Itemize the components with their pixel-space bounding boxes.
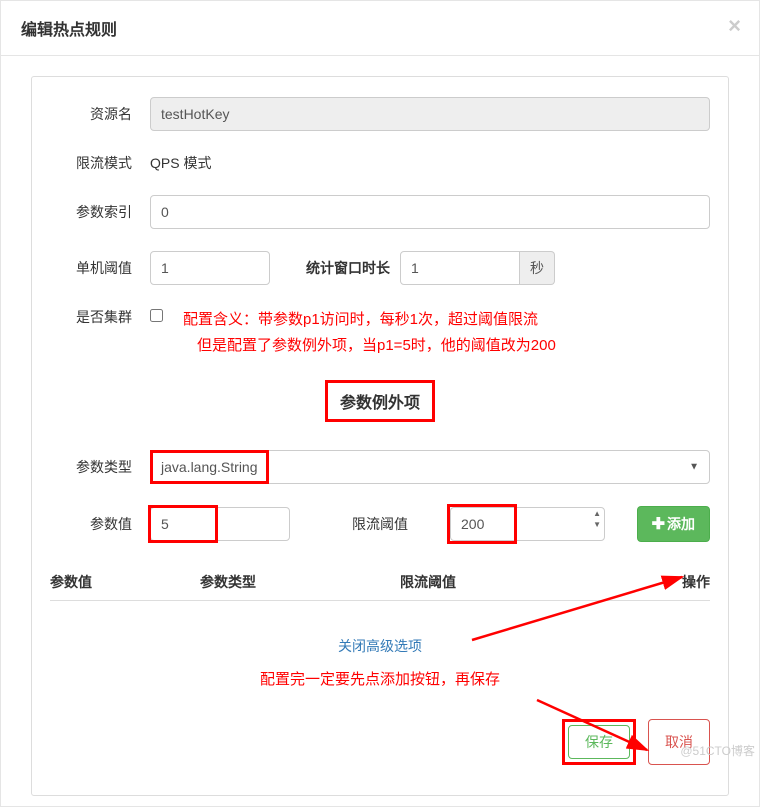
resource-input [150,97,710,131]
param-value-input[interactable] [150,507,290,541]
watermark: @51CTO博客 [680,742,755,759]
highlight-box-save: 保存 [562,719,636,765]
note-line2: 但是配置了参数例外项，当p1=5时，他的阈值改为200 [183,333,556,359]
threshold-label: 单机阈值 [50,258,150,278]
plus-icon: ✚ [652,514,665,534]
row-mode: 限流模式 QPS 模式 [50,153,710,173]
spinner-icons[interactable]: ▲▼ [593,510,601,529]
param-type-label: 参数类型 [50,457,150,477]
window-input[interactable] [400,251,520,285]
param-index-label: 参数索引 [50,202,150,222]
close-advanced-link[interactable]: 关闭高级选项 [50,636,710,656]
flow-threshold-label: 限流阈值 [320,514,440,534]
param-index-input[interactable] [150,195,710,229]
resource-label: 资源名 [50,104,150,124]
add-button-label: 添加 [667,514,695,534]
modal-dialog: 编辑热点规则 × 资源名 限流模式 QPS 模式 参数索引 单机阈值 统计窗口时… [0,0,760,807]
param-value-label: 参数值 [50,514,150,534]
table-header: 参数值 参数类型 限流阈值 操作 [50,564,710,601]
th-threshold: 限流阈值 [400,572,590,592]
th-action: 操作 [590,572,710,592]
row-threshold: 单机阈值 统计窗口时长 秒 [50,251,710,285]
save-note: 配置完一定要先点添加按钮，再保存 [50,668,710,689]
add-button[interactable]: ✚ 添加 [637,506,710,542]
form-panel: 资源名 限流模式 QPS 模式 参数索引 单机阈值 统计窗口时长 秒 是否集群 [31,76,729,796]
cluster-checkbox[interactable] [150,309,163,322]
window-unit: 秒 [520,251,555,285]
mode-label: 限流模式 [50,153,150,173]
modal-body: 资源名 限流模式 QPS 模式 参数索引 单机阈值 统计窗口时长 秒 是否集群 [1,56,759,806]
note-line1: 配置含义：带参数p1访问时，每秒1次，超过阈值限流 [183,307,556,333]
threshold-input[interactable] [150,251,270,285]
config-note: 配置含义：带参数p1访问时，每秒1次，超过阈值限流 但是配置了参数例外项，当p1… [183,307,556,358]
param-type-value: java.lang.String [150,450,269,484]
exception-header-text: 参数例外项 [325,380,435,422]
modal-header: 编辑热点规则 × [1,1,759,56]
footer-buttons: 保存 取消 [50,719,710,765]
modal-title: 编辑热点规则 [21,16,739,40]
flow-threshold-input[interactable] [450,507,605,541]
mode-value: QPS 模式 [150,153,211,173]
cluster-label: 是否集群 [50,307,150,327]
close-icon[interactable]: × [728,13,741,39]
row-resource: 资源名 [50,97,710,131]
th-param-type: 参数类型 [200,572,400,592]
row-param-value: 参数值 限流阈值 ▲▼ ✚ 添加 [50,506,710,542]
row-param-index: 参数索引 [50,195,710,229]
row-param-type: 参数类型 java.lang.String ▼ [50,450,710,484]
param-type-select[interactable]: java.lang.String ▼ [150,450,710,484]
row-cluster: 是否集群 配置含义：带参数p1访问时，每秒1次，超过阈值限流 但是配置了参数例外… [50,307,710,358]
th-param-value: 参数值 [50,572,200,592]
window-label: 统计窗口时长 [270,258,400,278]
save-button[interactable]: 保存 [568,725,630,759]
chevron-down-icon: ▼ [689,462,699,473]
exception-header: 参数例外项 [50,380,710,422]
